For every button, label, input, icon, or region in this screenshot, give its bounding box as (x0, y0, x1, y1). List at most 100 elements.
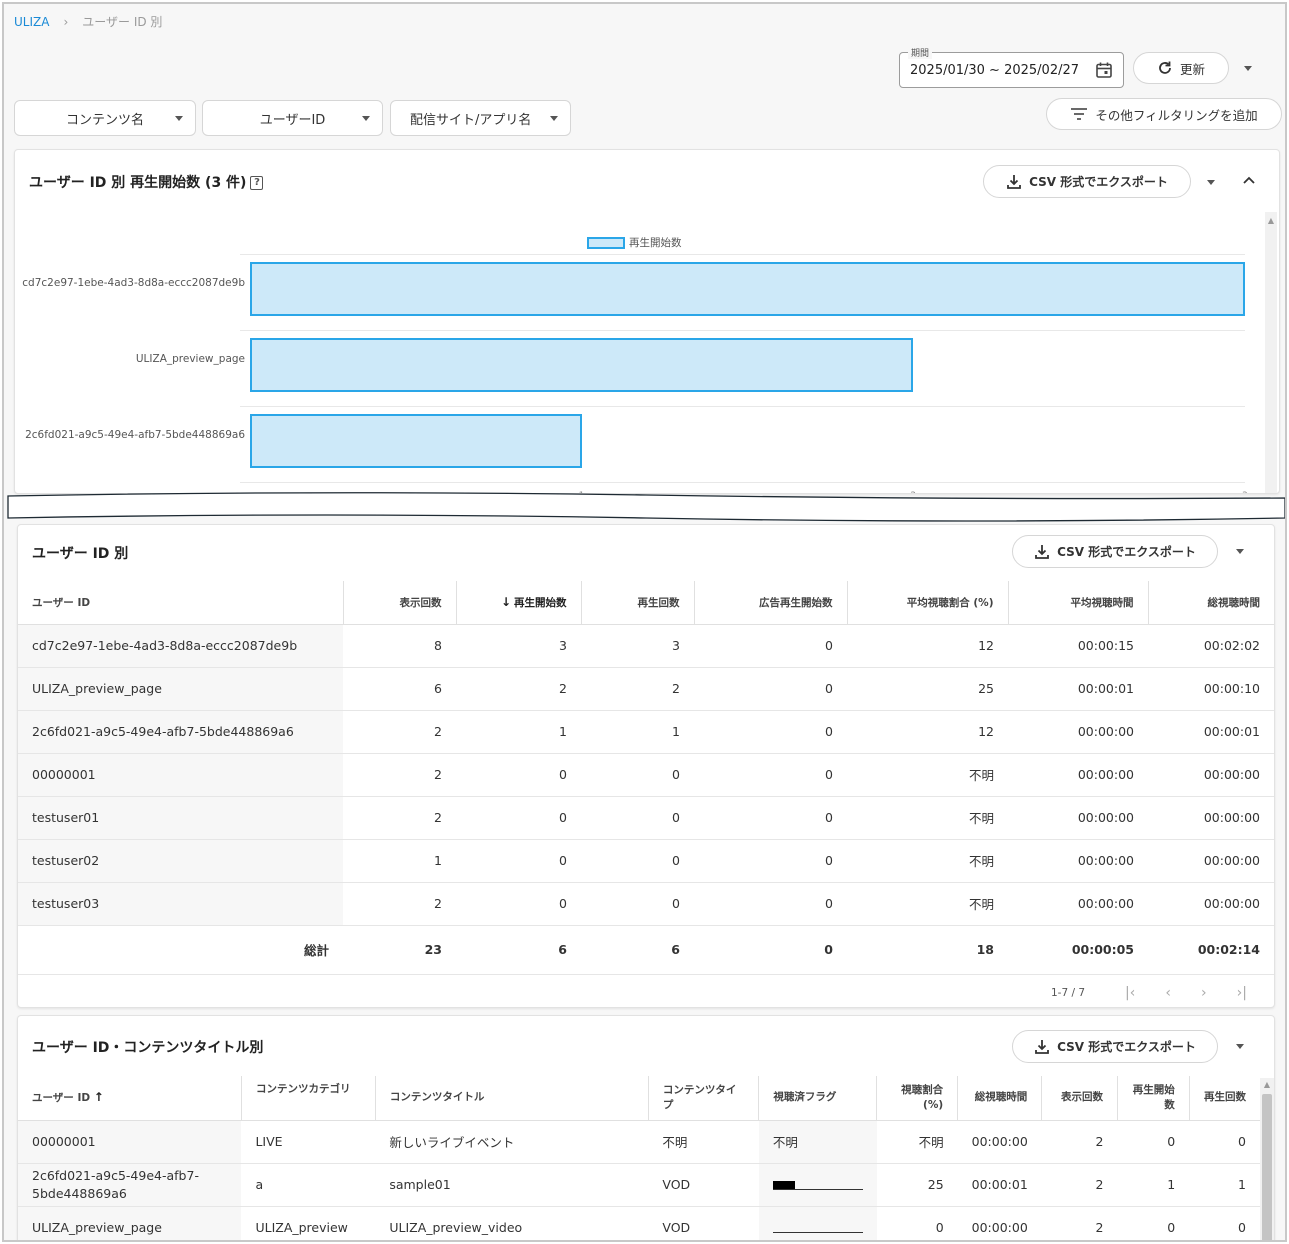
table-cell: VOD (648, 1206, 759, 1240)
table-cell: 00:00:00 (1008, 710, 1148, 754)
add-filter-button[interactable]: その他フィルタリングを追加 (1046, 98, 1282, 130)
col-views[interactable]: 表示回数 (343, 581, 457, 625)
progress-fill (772, 1181, 796, 1189)
table-row[interactable]: testuser02 1 0 0 0 不明 00:00:00 00:00:00 (18, 839, 1274, 883)
col-ad-starts[interactable]: 広告再生開始数 (694, 581, 848, 625)
table-cell: 0 (694, 839, 847, 883)
first-page-icon[interactable]: |‹ (1125, 985, 1135, 1001)
table-row[interactable]: ULIZA_preview_page ULIZA_preview ULIZA_pre… (18, 1206, 1260, 1240)
sort-up-icon: ↑ (93, 1089, 104, 1104)
table1-export-button[interactable]: CSV 形式でエクスポート (1012, 535, 1218, 568)
scrollbar-thumb[interactable] (1262, 1094, 1272, 1240)
table-cell: testuser01 (18, 796, 343, 840)
col-watched-flag[interactable]: 視聴済フラグ (758, 1076, 878, 1121)
table1-header-row: ユーザー ID 表示回数 ↓ 再生開始数 再生回数 広告再生開始数 平均視聴割合 … (18, 581, 1274, 625)
table-cell: 0 (456, 753, 581, 797)
breadcrumb-root[interactable]: ULIZA (14, 15, 49, 29)
table-cell: 不明 (847, 796, 1008, 840)
chart-category-label: ULIZA_preview_page (135, 353, 245, 365)
table-cell: 0 (1117, 1120, 1190, 1164)
table-cell: ULIZA_preview_page (18, 1206, 242, 1240)
table-row[interactable]: cd7c2e97-1ebe-4ad3-8d8a-eccc2087de9b 8 3 3 0… (18, 624, 1274, 668)
filter-user-id[interactable]: ユーザーID (202, 100, 383, 136)
calendar-icon[interactable] (1095, 61, 1113, 79)
table-cell: 6 (343, 667, 456, 711)
table-row[interactable]: testuser01 2 0 0 0 不明 00:00:00 00:00:00 (18, 796, 1274, 840)
export-menu-chevron-icon[interactable] (1236, 549, 1244, 554)
col-avg-ratio[interactable]: 平均視聴割合 (%) (847, 581, 1009, 625)
chart-bar[interactable] (250, 338, 914, 392)
table-cell: 2 (1041, 1163, 1118, 1207)
table-cell: 不明 (876, 1120, 958, 1164)
table-cell: 0 (694, 667, 847, 711)
export-menu-chevron-icon[interactable] (1207, 180, 1215, 185)
col-content-title[interactable]: コンテンツタイトル (375, 1076, 649, 1121)
table-cell: 00:00:00 (1148, 839, 1274, 883)
table-row[interactable]: testuser03 2 0 0 0 不明 00:00:00 00:00:00 (18, 882, 1274, 926)
chart-bar[interactable] (250, 262, 1245, 316)
refresh-button[interactable]: 更新 (1133, 52, 1229, 84)
table-cell: 00:00:00 (1008, 839, 1148, 883)
table-cell: 00:00:00 (1008, 882, 1148, 926)
col-watch-ratio[interactable]: 視聴割合 (%) (876, 1076, 959, 1121)
table2-scrollbar[interactable]: ▲ (1260, 1078, 1274, 1240)
table-cell: 2 (343, 753, 456, 797)
collapse-chevron-icon[interactable] (1243, 176, 1255, 184)
col-user-id[interactable]: ユーザー ID ↑ (18, 1076, 242, 1121)
chart-export-button[interactable]: CSV 形式でエクスポート (983, 165, 1191, 198)
table-cell: 0 (581, 839, 694, 883)
col-total-time[interactable]: 総視聴時間 (957, 1076, 1043, 1121)
col-content-type[interactable]: コンテンツタイプ (648, 1076, 760, 1121)
filter-site-app[interactable]: 配信サイト/アプリ名 (390, 100, 571, 136)
tear-divider (7, 492, 1285, 522)
table-cell: ULIZA_preview_page (18, 667, 343, 711)
col-play-starts[interactable]: 再生開始数 (1117, 1076, 1190, 1121)
table-row[interactable]: 00000001 2 0 0 0 不明 00:00:00 00:00:00 (18, 753, 1274, 797)
export-menu-chevron-icon[interactable] (1236, 1044, 1244, 1049)
help-icon[interactable]: ? (250, 176, 264, 190)
table-cell: testuser03 (18, 882, 343, 926)
prev-page-icon[interactable]: ‹ (1165, 985, 1171, 1001)
col-total-time[interactable]: 総視聴時間 (1148, 581, 1274, 625)
table-row[interactable]: ULIZA_preview_page 6 2 2 0 25 00:00:01 00:00:10 (18, 667, 1274, 711)
filter-content-name[interactable]: コンテンツ名 (14, 100, 196, 136)
refresh-icon (1159, 61, 1171, 74)
col-content-category[interactable]: コンテンツカテゴリ (241, 1076, 376, 1121)
next-page-icon[interactable]: › (1201, 985, 1207, 1001)
table-cell: LIVE (241, 1120, 376, 1164)
total-cell: 18 (847, 924, 1008, 975)
table-cell: 0 (581, 753, 694, 797)
period-picker[interactable]: 期間 2025/01/30 ~ 2025/02/27 (899, 46, 1124, 88)
chart-scrollbar[interactable]: ▲ (1265, 212, 1277, 493)
table-cell: 00:00:00 (1008, 796, 1148, 840)
last-page-icon[interactable]: ›| (1237, 985, 1247, 1001)
table-cell: 00:00:00 (1148, 882, 1274, 926)
period-label: 期間 (908, 46, 933, 59)
chart-bar[interactable] (250, 414, 582, 468)
table-row[interactable]: 00000001 LIVE 新しいライブイベント 不明 不明 不明 00:00:00 2 0 0 (18, 1120, 1260, 1164)
chart-card: ユーザー ID 別 再生開始数 (3 件)? CSV 形式でエクスポート 再生開… (14, 149, 1280, 494)
refresh-menu-chevron-icon[interactable] (1244, 66, 1252, 71)
col-label: ユーザー ID (32, 1091, 91, 1104)
col-play-starts[interactable]: ↓ 再生開始数 (456, 581, 582, 625)
table-cell: 不明 (847, 753, 1008, 797)
download-icon (1007, 174, 1022, 189)
col-views[interactable]: 表示回数 (1041, 1076, 1118, 1121)
col-avg-time[interactable]: 平均視聴時間 (1008, 581, 1149, 625)
table-cell: 25 (847, 667, 1008, 711)
table-cell: 2c6fd021-a9c5-49e4-afb7-5bde448869a6 (18, 1163, 242, 1207)
table-cell: ULIZA_preview_video (375, 1206, 649, 1240)
chevron-down-icon (175, 116, 183, 121)
table-row[interactable]: 2c6fd021-a9c5-49e4-afb7-5bde448869a6 a sam… (18, 1163, 1260, 1207)
table-row[interactable]: 2c6fd021-a9c5-49e4-afb7-5bde448869a6 2 1 1 0… (18, 710, 1274, 754)
table-cell: a (241, 1163, 376, 1207)
col-plays[interactable]: 再生回数 (1189, 1076, 1260, 1121)
download-icon (1035, 544, 1050, 559)
col-user-id[interactable]: ユーザー ID (18, 581, 344, 625)
total-cell: 23 (343, 924, 456, 975)
chart-gridline (240, 482, 1245, 483)
table2-export-button[interactable]: CSV 形式でエクスポート (1012, 1030, 1218, 1063)
period-value: 2025/01/30 ~ 2025/02/27 (910, 63, 1080, 78)
col-plays[interactable]: 再生回数 (581, 581, 695, 625)
refresh-label: 更新 (1179, 61, 1205, 77)
